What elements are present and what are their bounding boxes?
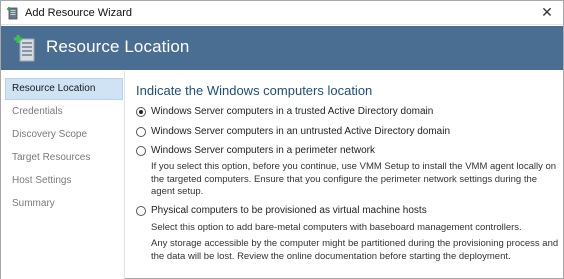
perimeter-description: If you select this option, before you co…: [151, 161, 557, 197]
sidebar-item-credentials[interactable]: Credentials: [5, 101, 123, 123]
radio-button[interactable]: [136, 146, 146, 156]
sidebar-item-target-resources[interactable]: Target Resources: [5, 147, 123, 169]
radio-button[interactable]: [136, 127, 146, 137]
wizard-header: Resource Location: [1, 26, 563, 70]
close-icon[interactable]: ✕: [539, 4, 555, 20]
server-add-icon: [7, 7, 18, 20]
sidebar-item-discovery-scope[interactable]: Discovery Scope: [5, 124, 123, 146]
radio-button[interactable]: [136, 206, 146, 216]
option-label[interactable]: Windows Server computers in a trusted Ac…: [151, 106, 433, 117]
title-bar: Add Resource Wizard ✕: [1, 1, 563, 25]
wizard-steps-sidebar: Resource Location Credentials Discovery …: [1, 71, 125, 279]
option-label[interactable]: Windows Server computers in a perimeter …: [151, 145, 375, 156]
window-title: Add Resource Wizard: [25, 7, 132, 19]
sidebar-item-summary[interactable]: Summary: [5, 193, 123, 215]
section-heading: Indicate the Windows computers location: [136, 83, 373, 98]
radio-button[interactable]: [136, 107, 146, 117]
server-add-icon: [14, 35, 35, 62]
main-content: Indicate the Windows computers location …: [126, 71, 563, 279]
physical-description: Select this option to add bare-metal com…: [151, 222, 522, 233]
page-title: Resource Location: [46, 37, 190, 56]
option-label[interactable]: Windows Server computers in an untrusted…: [151, 126, 450, 137]
sidebar-item-host-settings[interactable]: Host Settings: [5, 170, 123, 192]
add-resource-wizard-window: Add Resource Wizard ✕ Resource Location …: [0, 0, 564, 279]
physical-warning: Any storage accessible by the computer m…: [151, 238, 559, 262]
sidebar-item-resource-location[interactable]: Resource Location: [5, 78, 123, 100]
option-label[interactable]: Physical computers to be provisioned as …: [151, 205, 427, 216]
